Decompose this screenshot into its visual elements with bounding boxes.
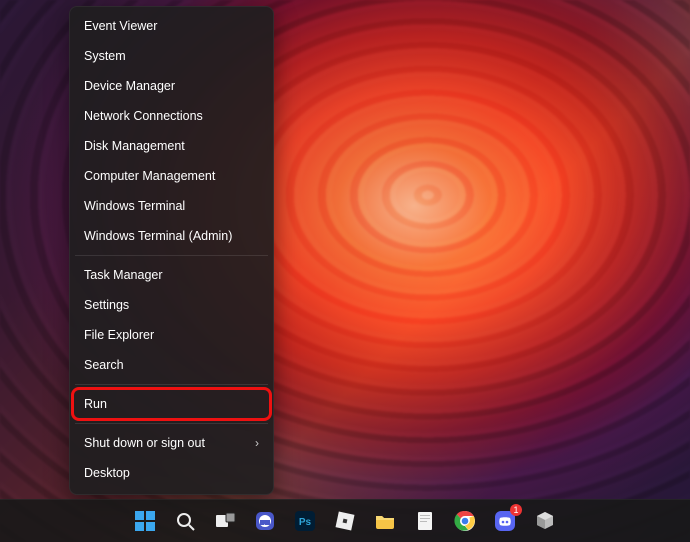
chat-button[interactable] — [252, 508, 278, 534]
start-button[interactable] — [132, 508, 158, 534]
notes-button[interactable] — [412, 508, 438, 534]
menu-event-viewer[interactable]: Event Viewer — [73, 11, 270, 41]
search-icon — [172, 508, 198, 534]
menu-windows-terminal[interactable]: Windows Terminal — [73, 191, 270, 221]
chrome-icon — [452, 508, 478, 534]
menu-network-connections[interactable]: Network Connections — [73, 101, 270, 131]
app-button[interactable] — [532, 508, 558, 534]
menu-item-label: Disk Management — [84, 139, 185, 153]
menu-task-manager[interactable]: Task Manager — [73, 260, 270, 290]
chat-icon — [252, 508, 278, 534]
photoshop-button[interactable]: Ps — [292, 508, 318, 534]
menu-item-label: Device Manager — [84, 79, 175, 93]
svg-text:Ps: Ps — [299, 517, 312, 528]
search-button[interactable] — [172, 508, 198, 534]
note-icon — [412, 508, 438, 534]
winx-context-menu: Event Viewer System Device Manager Network … — [69, 6, 274, 495]
roblox-button[interactable] — [332, 508, 358, 534]
menu-item-label: Desktop — [84, 466, 130, 480]
task-view-button[interactable] — [212, 508, 238, 534]
menu-desktop[interactable]: Desktop — [73, 458, 270, 488]
menu-windows-terminal-admin[interactable]: Windows Terminal (Admin) — [73, 221, 270, 251]
menu-item-label: Network Connections — [84, 109, 203, 123]
menu-shut-down[interactable]: Shut down or sign out › — [73, 428, 270, 458]
menu-item-label: Windows Terminal — [84, 199, 185, 213]
menu-item-label: Search — [84, 358, 124, 372]
menu-separator — [75, 384, 268, 385]
notification-badge: 1 — [510, 504, 522, 516]
menu-item-label: Shut down or sign out — [84, 436, 205, 450]
menu-disk-management[interactable]: Disk Management — [73, 131, 270, 161]
menu-run[interactable]: Run — [73, 389, 270, 419]
menu-system[interactable]: System — [73, 41, 270, 71]
menu-item-label: File Explorer — [84, 328, 154, 342]
folder-icon — [372, 508, 398, 534]
menu-settings[interactable]: Settings — [73, 290, 270, 320]
menu-file-explorer[interactable]: File Explorer — [73, 320, 270, 350]
menu-computer-management[interactable]: Computer Management — [73, 161, 270, 191]
menu-search[interactable]: Search — [73, 350, 270, 380]
menu-item-label: Run — [84, 397, 107, 411]
cube-icon — [532, 508, 558, 534]
chrome-button[interactable] — [452, 508, 478, 534]
menu-separator — [75, 423, 268, 424]
menu-item-label: Task Manager — [84, 268, 163, 282]
menu-item-label: Settings — [84, 298, 129, 312]
taskbar: Ps 1 — [0, 499, 690, 542]
ps-icon: Ps — [292, 508, 318, 534]
chevron-right-icon: › — [255, 436, 259, 450]
menu-item-label: Computer Management — [84, 169, 215, 183]
menu-device-manager[interactable]: Device Manager — [73, 71, 270, 101]
taskview-icon — [212, 508, 238, 534]
file-explorer-button[interactable] — [372, 508, 398, 534]
discord-button[interactable]: 1 — [492, 508, 518, 534]
menu-item-label: Windows Terminal (Admin) — [84, 229, 232, 243]
menu-separator — [75, 255, 268, 256]
menu-item-label: System — [84, 49, 126, 63]
roblox-icon — [332, 508, 358, 534]
windows-icon — [132, 508, 158, 534]
menu-item-label: Event Viewer — [84, 19, 157, 33]
